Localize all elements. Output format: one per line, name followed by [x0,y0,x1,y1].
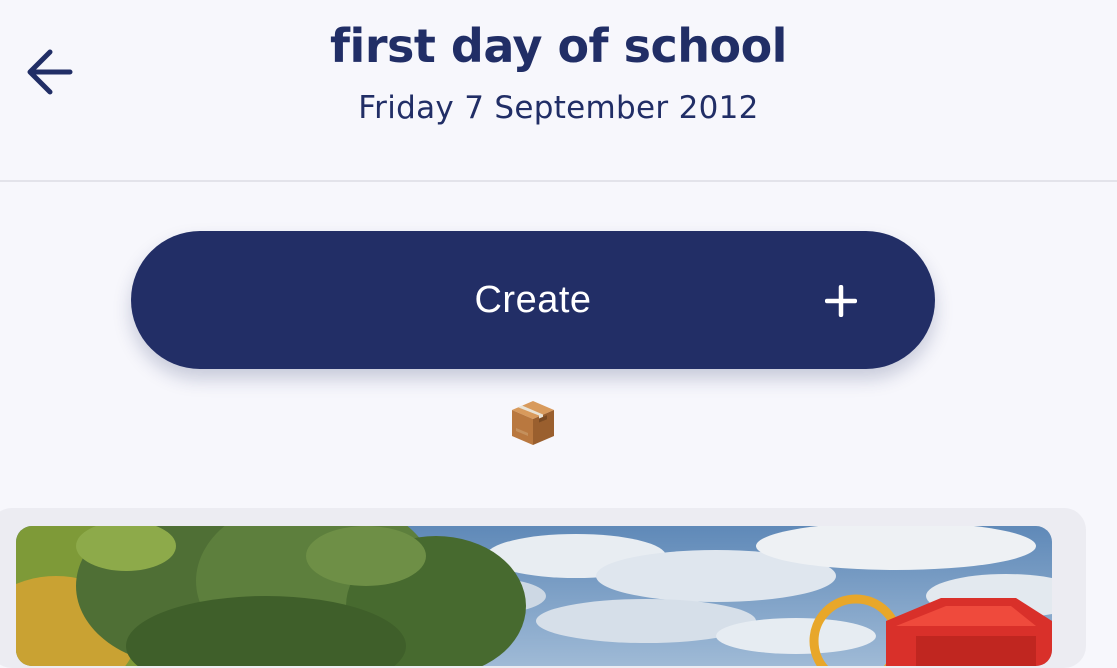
page-title: first day of school [330,19,787,73]
top-bar: first day of school Friday 7 September 2… [0,0,1117,182]
package-box-icon [512,401,554,445]
playground-photo [16,526,1052,666]
page-date: Friday 7 September 2012 [358,90,759,126]
plus-icon [825,285,857,317]
photo-card[interactable] [16,526,1052,666]
create-button-label: Create [474,279,592,321]
create-button[interactable]: Create [131,231,935,369]
